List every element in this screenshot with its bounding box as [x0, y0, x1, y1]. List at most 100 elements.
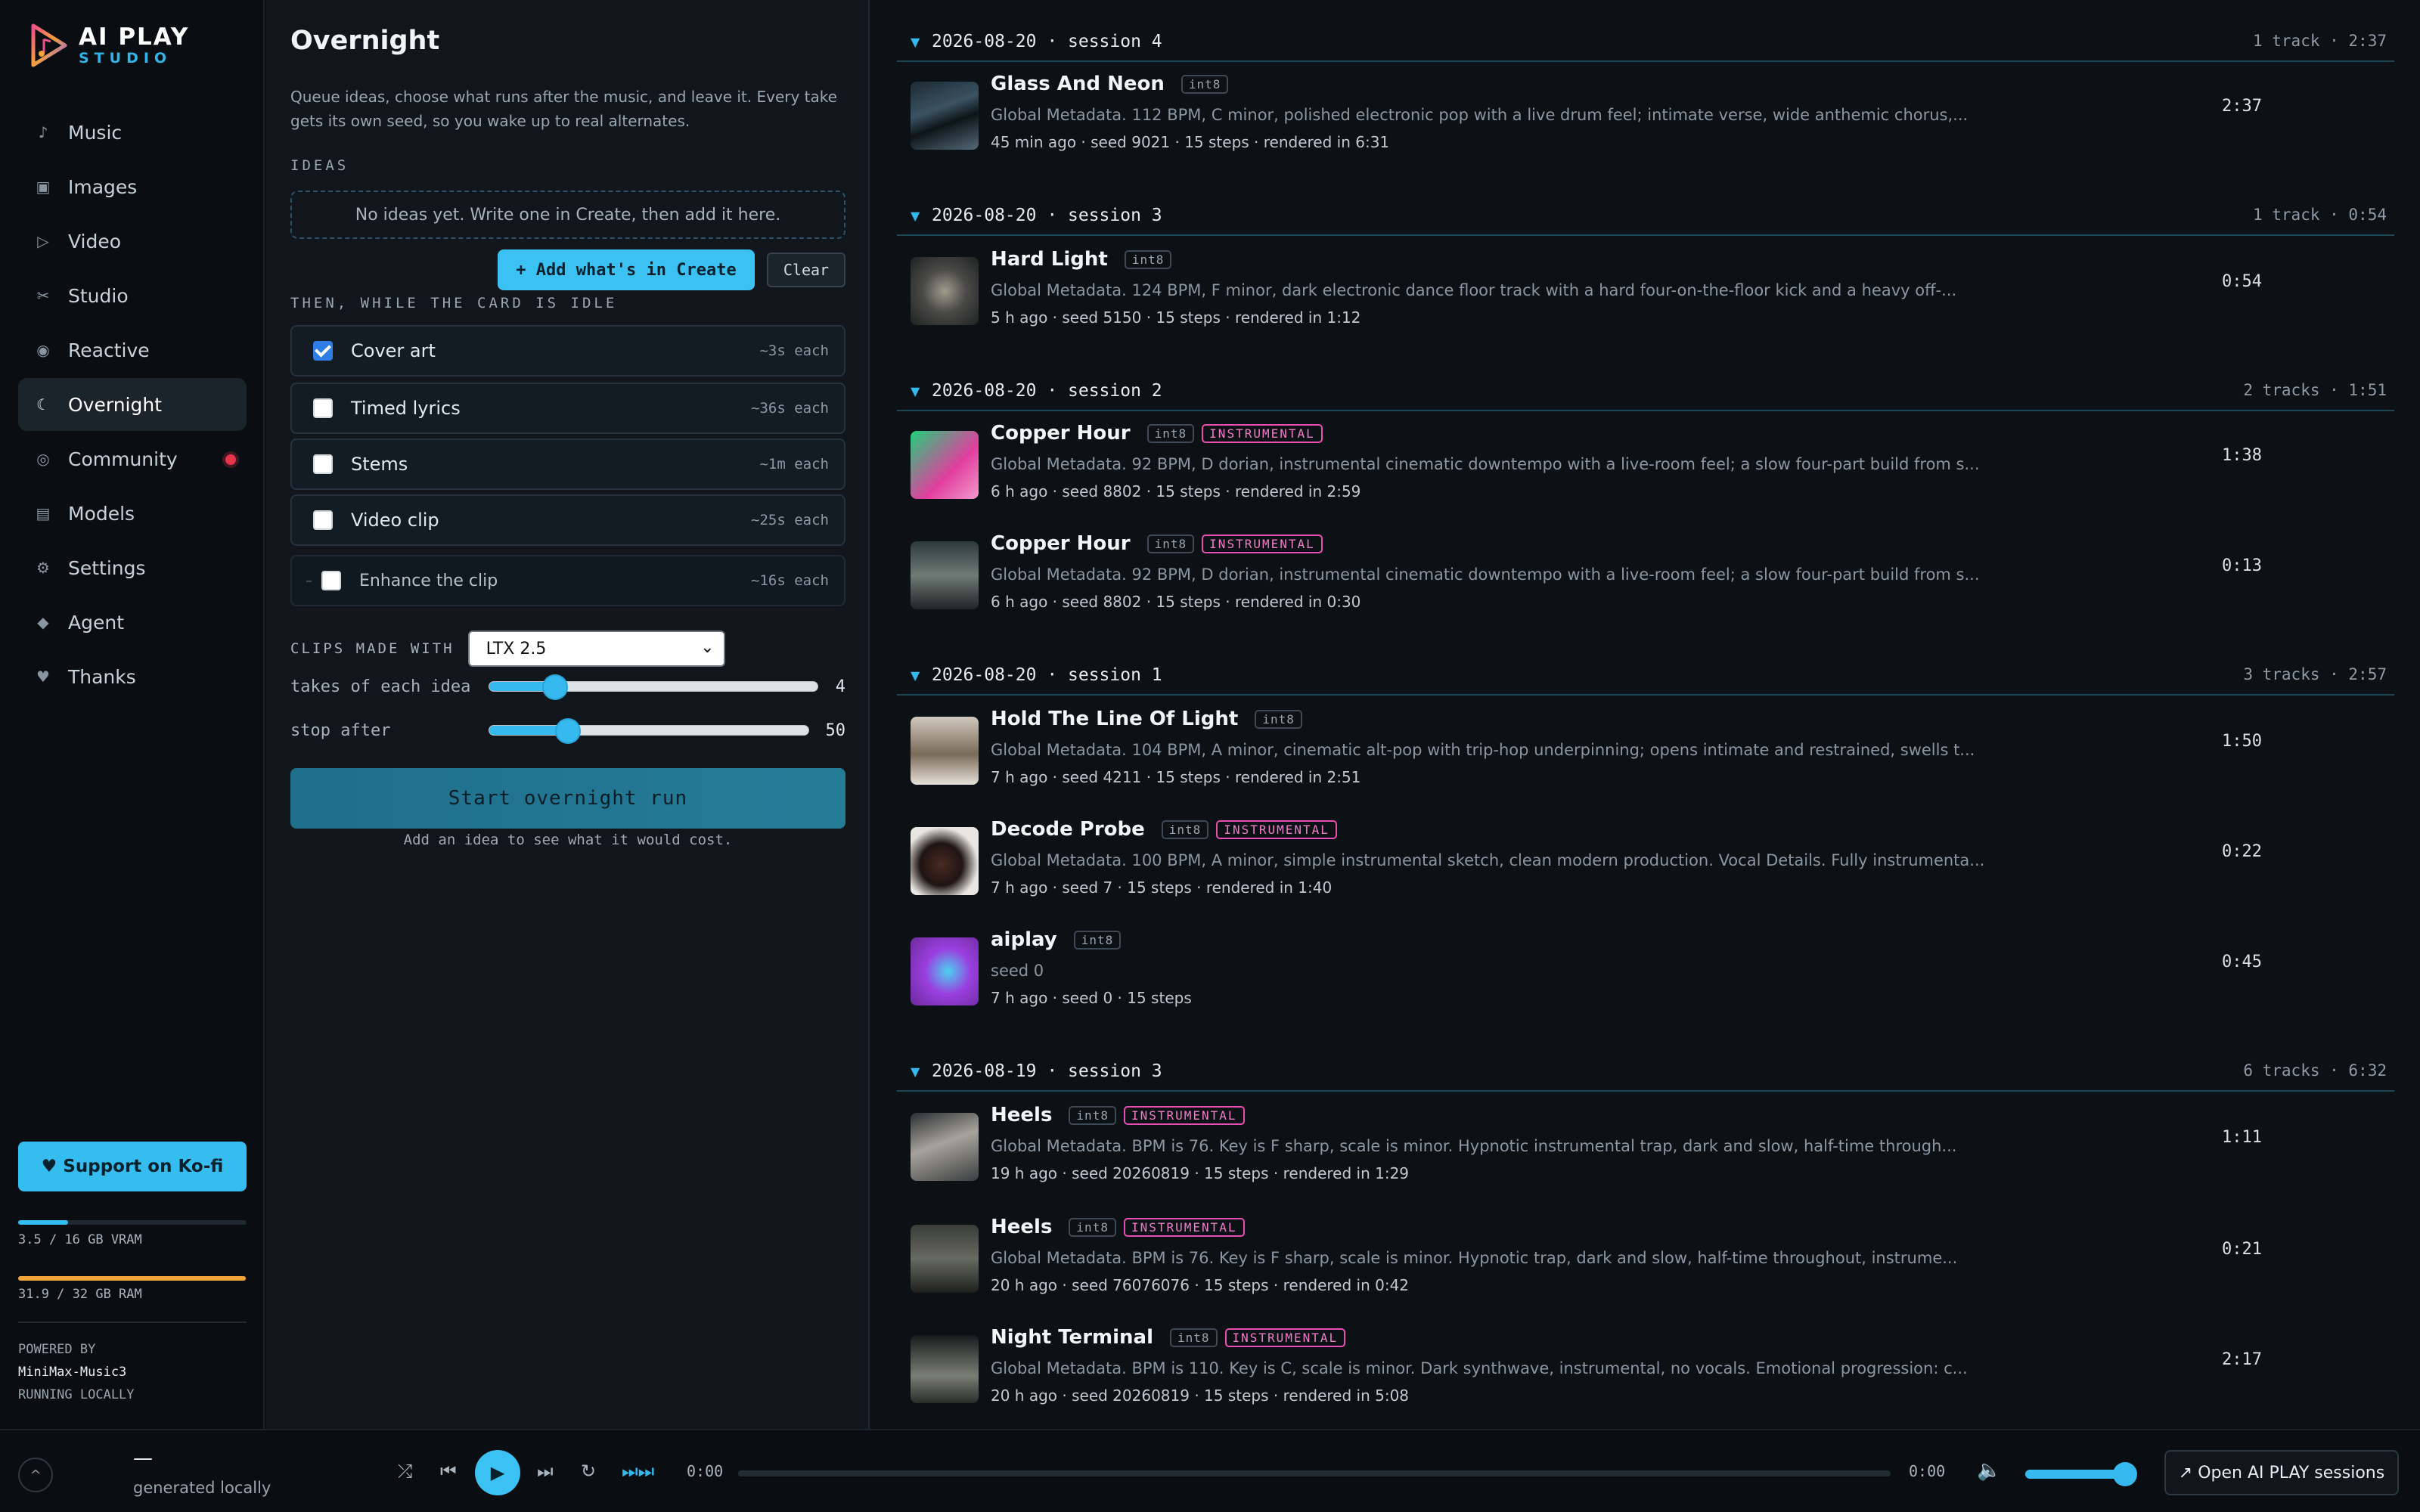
expand-player-button[interactable]: ^ [18, 1458, 53, 1492]
shuffle-icon[interactable]: ⤮ [398, 1461, 412, 1482]
track-duration: 0:21 [2222, 1240, 2262, 1259]
collapse-triangle-icon[interactable]: ▼ [911, 1064, 920, 1079]
session-meta: 1 track · 0:54 [2252, 206, 2387, 224]
int8-badge: int8 [1255, 709, 1302, 729]
track-row[interactable]: Copper Hour int8 INSTRUMENTAL Global Metada… [897, 523, 2394, 623]
sidebar-item-community[interactable]: ◎ Community [18, 432, 247, 485]
track-meta: 6 h ago · seed 8802 · 15 steps · rendere… [991, 593, 1361, 611]
cover-art-thumbnail[interactable] [911, 937, 979, 1005]
stop-slider[interactable] [489, 718, 809, 744]
int8-badge: int8 [1146, 534, 1195, 553]
sidebar-item-agent[interactable]: ◆ Agent [18, 596, 247, 649]
session-header[interactable]: ▼ 2026-08-20 · session 3 1 track · 0:54 [897, 201, 2394, 236]
track-row[interactable]: Glass And Neon int8 Global Metadata. 112 B… [897, 64, 2394, 163]
stop-value: 50 [825, 720, 846, 740]
start-overnight-button[interactable]: Start overnight run [290, 768, 845, 829]
track-duration: 0:13 [2222, 556, 2262, 575]
ideas-dropzone[interactable]: No ideas yet. Write one in Create, then … [290, 191, 845, 239]
sub-option-indent: – [306, 572, 312, 589]
track-row[interactable]: aiplay int8 seed 0 7 h ago · seed 0 · 15 st… [897, 919, 2394, 1019]
track-meta: 20 h ago · seed 76076076 · 15 steps · re… [991, 1276, 1410, 1294]
session-header[interactable]: ▼ 2026-08-20 · session 2 2 tracks · 1:51 [897, 376, 2394, 411]
collapse-triangle-icon[interactable]: ▼ [911, 668, 920, 683]
clips-model-select[interactable]: LTX 2.5 ⌄ [467, 631, 725, 667]
cover-art-thumbnail[interactable] [911, 827, 979, 895]
collapse-triangle-icon[interactable]: ▼ [911, 384, 920, 398]
track-row[interactable]: Heels int8 INSTRUMENTAL Global Metadata. BP… [897, 1095, 2394, 1194]
seek-bar[interactable] [738, 1470, 1891, 1476]
clear-button[interactable]: Clear [767, 253, 845, 287]
cover-art-thumbnail[interactable] [911, 431, 979, 499]
volume-icon[interactable]: 🔈 [1977, 1459, 2001, 1482]
option-cover-art[interactable]: Cover art ~3s each [290, 325, 845, 376]
cover-art-thumbnail[interactable] [911, 1335, 979, 1403]
cover-art-thumbnail[interactable] [911, 82, 979, 150]
stems-checkbox[interactable] [313, 454, 333, 474]
track-row[interactable]: Copper Hour int8 INSTRUMENTAL Global Metada… [897, 413, 2394, 513]
sidebar-item-music[interactable]: ♪ Music [18, 106, 247, 159]
takes-slider-thumb[interactable] [541, 674, 568, 700]
app-logo[interactable]: AI PLAY STUDIO [29, 23, 189, 68]
track-title: Heels [991, 1104, 1053, 1126]
repeat-icon[interactable]: ↻ [581, 1461, 596, 1482]
volume-slider-thumb[interactable] [2113, 1462, 2137, 1486]
sidebar-item-reactive[interactable]: ◉ Reactive [18, 324, 247, 376]
sidebar-item-overnight[interactable]: ☾ Overnight [18, 378, 247, 431]
cover-art-thumbnail[interactable] [911, 1225, 979, 1293]
next-icon[interactable]: ⏭ [537, 1461, 554, 1482]
track-description: Global Metadata. BPM is 110. Key is C, s… [991, 1359, 1968, 1377]
cover-art-thumbnail[interactable] [911, 717, 979, 785]
ram-meter [18, 1276, 247, 1281]
prev-icon[interactable]: ⏮ [440, 1461, 457, 1482]
sidebar-item-settings[interactable]: ⚙ Settings [18, 541, 247, 594]
track-title: Copper Hour [991, 532, 1131, 555]
session-header[interactable]: ▼ 2026-08-20 · session 1 3 tracks · 2:57 [897, 661, 2394, 696]
idle-section-label: THEN, WHILE THE CARD IS IDLE [290, 295, 618, 311]
video-clip-checkbox[interactable] [313, 510, 333, 530]
kofi-support-button[interactable]: ♥ Support on Ko-fi [18, 1142, 247, 1191]
track-row[interactable]: Decode Probe int8 INSTRUMENTAL Global Metad… [897, 809, 2394, 909]
track-row[interactable]: Heels int8 INSTRUMENTAL Global Metadata. BP… [897, 1207, 2394, 1306]
cover-art-checkbox[interactable] [313, 341, 333, 361]
enhance-clip-checkbox[interactable] [321, 571, 341, 590]
collapse-triangle-icon[interactable]: ▼ [911, 209, 920, 223]
cover-art-thumbnail[interactable] [911, 257, 979, 325]
cover-art-thumbnail[interactable] [911, 1113, 979, 1181]
powered-by-block: POWERED BY MiniMax-Music3 RUNNING LOCALL… [18, 1338, 135, 1406]
diamond-icon: ◆ [37, 613, 49, 631]
session-meta: 6 tracks · 6:32 [2243, 1061, 2387, 1080]
play-icon[interactable]: ▶ [475, 1450, 520, 1495]
session-header[interactable]: ▼ 2026-08-19 · session 3 6 tracks · 6:32 [897, 1057, 2394, 1092]
option-enhance-clip[interactable]: – Enhance the clip ~16s each [290, 555, 845, 606]
open-sessions-button[interactable]: ↗ Open AI PLAY sessions [2164, 1450, 2399, 1495]
takes-slider[interactable] [489, 674, 818, 700]
stop-label: stop after [290, 720, 391, 740]
cover-art-thumbnail[interactable] [911, 541, 979, 609]
session-meta: 1 track · 2:37 [2252, 32, 2387, 50]
queue-icon[interactable]: ⏭⏭ [622, 1461, 654, 1482]
add-from-create-button[interactable]: + Add what's in Create [498, 249, 755, 290]
volume-slider[interactable] [2025, 1462, 2137, 1486]
sidebar-item-thanks[interactable]: ♥ Thanks [18, 650, 247, 703]
option-video-clip[interactable]: Video clip ~25s each [290, 494, 845, 546]
app-subtitle: STUDIO [79, 50, 172, 67]
sidebar-item-images[interactable]: ▣ Images [18, 160, 247, 213]
track-description: Global Metadata. 112 BPM, C minor, polis… [991, 106, 1969, 124]
track-row[interactable]: Hold The Line Of Light int8 Global Metadat… [897, 699, 2394, 798]
timed-lyrics-checkbox[interactable] [313, 398, 333, 418]
track-row[interactable]: Hard Light int8 Global Metadata. 124 BPM, … [897, 239, 2394, 339]
community-icon: ◎ [36, 450, 50, 468]
option-timed-lyrics[interactable]: Timed lyrics ~36s each [290, 383, 845, 434]
session-header[interactable]: ▼ 2026-08-20 · session 4 1 track · 2:37 [897, 27, 2394, 62]
collapse-triangle-icon[interactable]: ▼ [911, 35, 920, 49]
session-name: 2026-08-20 · session 3 [932, 206, 1162, 225]
stop-slider-thumb[interactable] [554, 718, 581, 744]
option-stems[interactable]: Stems ~1m each [290, 438, 845, 490]
sidebar-item-video[interactable]: ▷ Video [18, 215, 247, 268]
sidebar-item-label: Studio [68, 284, 129, 307]
sidebar-item-studio[interactable]: ✂ Studio [18, 269, 247, 322]
sidebar-item-label: Models [68, 502, 135, 525]
sidebar-item-models[interactable]: ▤ Models [18, 487, 247, 540]
track-meta: 45 min ago · seed 9021 · 15 steps · rend… [991, 133, 1390, 151]
track-row[interactable]: Night Terminal int8 INSTRUMENTAL Global Met… [897, 1317, 2394, 1417]
